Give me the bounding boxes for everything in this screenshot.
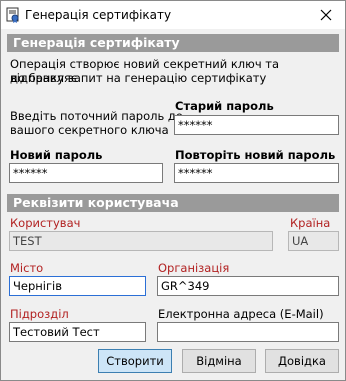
email-input[interactable] [157, 322, 339, 342]
section-header-certificate: Генерація сертифікату [7, 34, 339, 52]
country-field: UA [288, 231, 339, 251]
description-line-2: до банку запит на генерацію сертифікату [10, 71, 267, 85]
repeat-password-field[interactable]: ****** [174, 163, 339, 183]
old-password-field[interactable]: ****** [174, 115, 339, 135]
current-password-hint-2: вашого секретного ключа [10, 123, 169, 137]
window-title: Генерація сертифікату [25, 8, 172, 22]
section-header-user-details: Реквізити користувача [7, 194, 339, 212]
organization-label: Організація [158, 261, 230, 275]
email-label: Електронна адреса (E-Mail) [158, 307, 324, 321]
current-password-hint-1: Введіть поточний пароль до [10, 109, 183, 123]
division-label: Підрозділ [10, 307, 69, 321]
user-field: TEST [9, 231, 273, 251]
close-icon [320, 9, 332, 21]
repeat-password-label: Повторіть новий пароль [175, 148, 336, 162]
certificate-dialog: Генерація сертифікату Генерація сертифік… [0, 0, 346, 381]
country-label: Країна [290, 216, 331, 230]
organization-input[interactable]: GR^349 [157, 276, 339, 296]
user-label: Користувач [10, 216, 81, 230]
close-button[interactable] [311, 3, 341, 27]
new-password-label: Новий пароль [10, 148, 103, 162]
title-bar: Генерація сертифікату [1, 1, 345, 29]
division-input[interactable]: Тестовий Тест [9, 322, 146, 342]
help-button[interactable]: Довідка [265, 349, 339, 373]
certificate-app-icon [5, 7, 21, 23]
city-input[interactable]: Чернігів [9, 276, 146, 296]
old-password-label: Старий пароль [175, 99, 274, 113]
cancel-button[interactable]: Відміна [182, 349, 256, 373]
city-label: Місто [10, 261, 44, 275]
new-password-field[interactable]: ****** [9, 163, 163, 183]
create-button[interactable]: Створити [98, 349, 172, 373]
